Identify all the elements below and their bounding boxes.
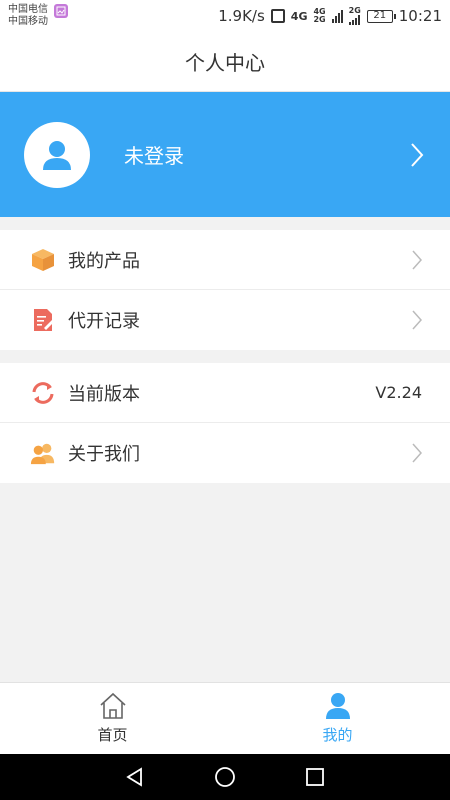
user-icon	[43, 140, 71, 170]
home-icon	[99, 692, 126, 719]
carrier-2: 中国移动	[8, 16, 48, 27]
menu-item-about-us[interactable]: 关于我们	[0, 423, 450, 483]
chevron-right-icon	[411, 142, 424, 167]
version-value: V2.24	[375, 383, 422, 402]
network-type-3: 2G	[313, 15, 326, 24]
tab-mine[interactable]: 我的	[225, 683, 450, 754]
menu-group-1: 我的产品 代开记录	[0, 230, 450, 350]
clock: 10:21	[398, 7, 442, 25]
menu-group-2: 当前版本 V2.24 关于我们	[0, 363, 450, 483]
tab-home-label: 首页	[97, 726, 128, 744]
menu-item-current-version[interactable]: 当前版本 V2.24	[0, 363, 450, 423]
vibrate-icon	[270, 9, 285, 23]
profile-banner[interactable]: 未登录	[0, 92, 450, 217]
network-speed: 1.9K/s	[218, 7, 265, 25]
gallery-notification-icon	[54, 4, 68, 18]
tab-mine-label: 我的	[322, 726, 353, 744]
tab-home[interactable]: 首页	[0, 683, 225, 754]
back-icon[interactable]	[124, 766, 146, 788]
bottom-tab-bar: 首页 我的	[0, 682, 450, 754]
page-title: 个人中心	[185, 51, 265, 75]
battery-icon: 21	[366, 9, 396, 23]
person-icon	[325, 693, 350, 719]
login-status[interactable]: 未登录	[124, 140, 184, 169]
menu-item-label: 关于我们	[68, 444, 140, 465]
signal-bars-2-icon	[349, 15, 361, 25]
chevron-right-icon	[412, 310, 422, 330]
recents-icon[interactable]	[304, 766, 326, 788]
status-bar: 中国电信 中国移动 1.9K/s 4G 4G 2G 2G 21 10:21	[0, 0, 450, 32]
menu-item-my-products[interactable]: 我的产品	[0, 230, 450, 290]
carrier-info: 中国电信 中国移动	[8, 4, 48, 28]
users-icon	[30, 440, 56, 466]
menu-item-label: 当前版本	[68, 383, 140, 405]
home-circle-icon[interactable]	[214, 766, 236, 788]
title-bar: 个人中心	[0, 32, 450, 92]
avatar[interactable]	[24, 121, 90, 188]
system-nav-bar	[0, 754, 450, 800]
chevron-right-icon	[412, 443, 422, 463]
menu-item-label: 我的产品	[68, 250, 140, 272]
box-icon	[30, 247, 56, 273]
menu-item-issue-records[interactable]: 代开记录	[0, 290, 450, 350]
network-type-4: 2G	[348, 6, 361, 15]
chevron-right-icon	[412, 250, 422, 269]
carrier-1: 中国电信	[8, 4, 48, 15]
refresh-icon	[30, 380, 56, 406]
signal-bars-1-icon	[331, 9, 343, 23]
network-type-1: 4G	[290, 9, 308, 23]
menu-item-label: 代开记录	[68, 311, 140, 332]
document-edit-icon	[30, 307, 56, 333]
